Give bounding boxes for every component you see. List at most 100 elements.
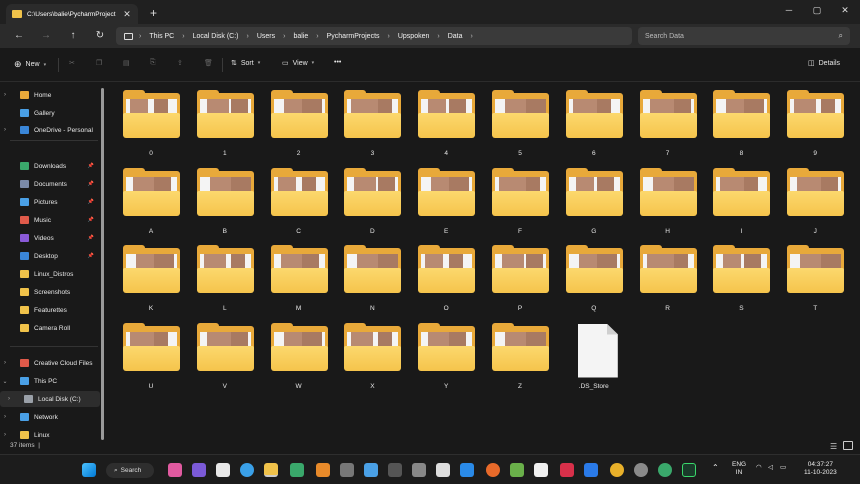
folder-item[interactable]: 5 [487,88,553,164]
folder-item[interactable]: Y [413,321,479,397]
chevron-icon[interactable]: › [0,127,10,133]
file-item[interactable]: .DS_Store [561,321,627,397]
chrome-icon[interactable] [658,463,672,477]
close-window-button[interactable]: ✕ [830,2,860,18]
notion-icon[interactable] [216,463,230,477]
app-icon[interactable] [460,463,474,477]
pycharm-icon[interactable] [682,463,696,477]
app-icon[interactable] [364,463,378,477]
folder-item[interactable]: K [118,243,184,319]
sidebar-item[interactable]: Pictures 📌 [0,194,100,210]
excel-icon[interactable] [290,463,304,477]
folder-item[interactable]: E [413,166,479,242]
search-input[interactable]: Search Data ⌕ [638,27,850,45]
folder-item[interactable]: P [487,243,553,319]
file-explorer-icon[interactable] [264,463,278,477]
close-tab-icon[interactable]: ✕ [122,9,132,20]
maximize-button[interactable]: ▢ [802,2,832,18]
folder-item[interactable]: 7 [635,88,701,164]
chevron-icon[interactable]: ⌄ [0,378,10,385]
chevron-icon[interactable]: › [4,396,14,402]
sidebar-item[interactable]: Documents 📌 [0,176,100,192]
document-icon[interactable] [534,463,548,477]
sidebar-scrollbar[interactable] [101,88,104,440]
delete-button[interactable]: 🗑 [204,59,213,67]
sidebar-item[interactable]: Gallery [0,105,100,121]
wifi-icon[interactable]: ◠ [756,464,762,472]
folder-item[interactable]: O [413,243,479,319]
folder-item[interactable]: L [192,243,258,319]
sidebar-item[interactable]: ⌄ This PC [0,373,100,389]
chevron-icon[interactable]: › [0,432,10,438]
folder-item[interactable]: B [192,166,258,242]
folder-item[interactable]: V [192,321,258,397]
sort-button[interactable]: ⇅ Sort ▾ [231,59,260,68]
details-view-icon[interactable]: ☰ [830,442,837,451]
folder-item[interactable]: I [708,166,774,242]
edge-icon[interactable] [240,463,254,477]
sidebar-item[interactable]: Screenshots [0,284,100,300]
folder-item[interactable]: N [339,243,405,319]
breadcrumb-item[interactable]: Users [257,33,275,40]
folder-item[interactable]: S [708,243,774,319]
sidebar-item[interactable]: Featurettes [0,302,100,318]
new-tab-button[interactable]: + [150,6,157,20]
breadcrumb-item[interactable]: PycharmProjects [327,33,380,40]
folder-item[interactable]: W [266,321,332,397]
app-icon[interactable] [510,463,524,477]
chevron-icon[interactable]: › [0,92,10,98]
minimize-button[interactable]: ─ [774,2,804,18]
app-icon[interactable] [340,463,354,477]
refresh-button[interactable]: ↻ [93,29,107,43]
sidebar-item[interactable]: Linux_Distros [0,266,100,282]
folder-item[interactable]: X [339,321,405,397]
folder-item[interactable]: 3 [339,88,405,164]
folder-item[interactable]: G [561,166,627,242]
folder-item[interactable]: D [339,166,405,242]
chevron-up-icon[interactable]: ⌃ [712,464,719,472]
app-icon[interactable] [560,463,574,477]
app-icon[interactable] [316,463,330,477]
teams-icon[interactable] [192,463,206,477]
copilot-icon[interactable] [168,463,182,477]
sidebar-item[interactable]: › Home [0,87,100,103]
back-button[interactable]: ← [12,29,26,43]
folder-item[interactable]: 6 [561,88,627,164]
sidebar-item[interactable]: Music 📌 [0,212,100,228]
folder-item[interactable]: 9 [782,88,848,164]
volume-icon[interactable]: ◁ [768,464,773,472]
chevron-icon[interactable]: › [0,414,10,420]
clock[interactable]: 04:37:27 11-10-2023 [804,461,837,477]
terminal-icon[interactable] [388,463,402,477]
rename-button[interactable]: ⎘ [150,59,156,67]
folder-item[interactable]: 8 [708,88,774,164]
cut-button[interactable]: ✂ [69,59,75,67]
app-icon[interactable] [412,463,426,477]
firefox-icon[interactable] [486,463,500,477]
view-button[interactable]: ▭ View ▾ [282,59,314,68]
sidebar-item[interactable]: › Creative Cloud Files [0,355,100,371]
vscode-icon[interactable] [584,463,598,477]
folder-item[interactable]: 0 [118,88,184,164]
folder-item[interactable]: H [635,166,701,242]
forward-button[interactable]: → [39,29,53,43]
breadcrumb-item[interactable]: balie [293,33,308,40]
up-button[interactable]: ↑ [66,29,80,43]
folder-item[interactable]: 1 [192,88,258,164]
battery-icon[interactable]: ▭ [780,464,786,472]
folder-item[interactable]: 4 [413,88,479,164]
breadcrumb-item[interactable]: Upspoken [398,33,430,40]
chevron-icon[interactable]: › [0,360,10,366]
sidebar-item[interactable]: › Local Disk (C:) [0,391,100,407]
chrome-icon[interactable] [610,463,624,477]
folder-item[interactable]: 2 [266,88,332,164]
folder-item[interactable]: U [118,321,184,397]
sidebar-item[interactable]: Camera Roll [0,320,100,336]
details-button[interactable]: ◫ Details [808,59,840,68]
breadcrumb-item[interactable]: This PC [149,33,174,40]
explorer-tab[interactable]: C:\Users\balie\PycharmProject ✕ [6,4,138,24]
chrome-icon[interactable] [634,463,648,477]
share-button[interactable]: ⇪ [177,59,183,67]
sidebar-item[interactable]: Downloads 📌 [0,158,100,174]
folder-item[interactable]: R [635,243,701,319]
